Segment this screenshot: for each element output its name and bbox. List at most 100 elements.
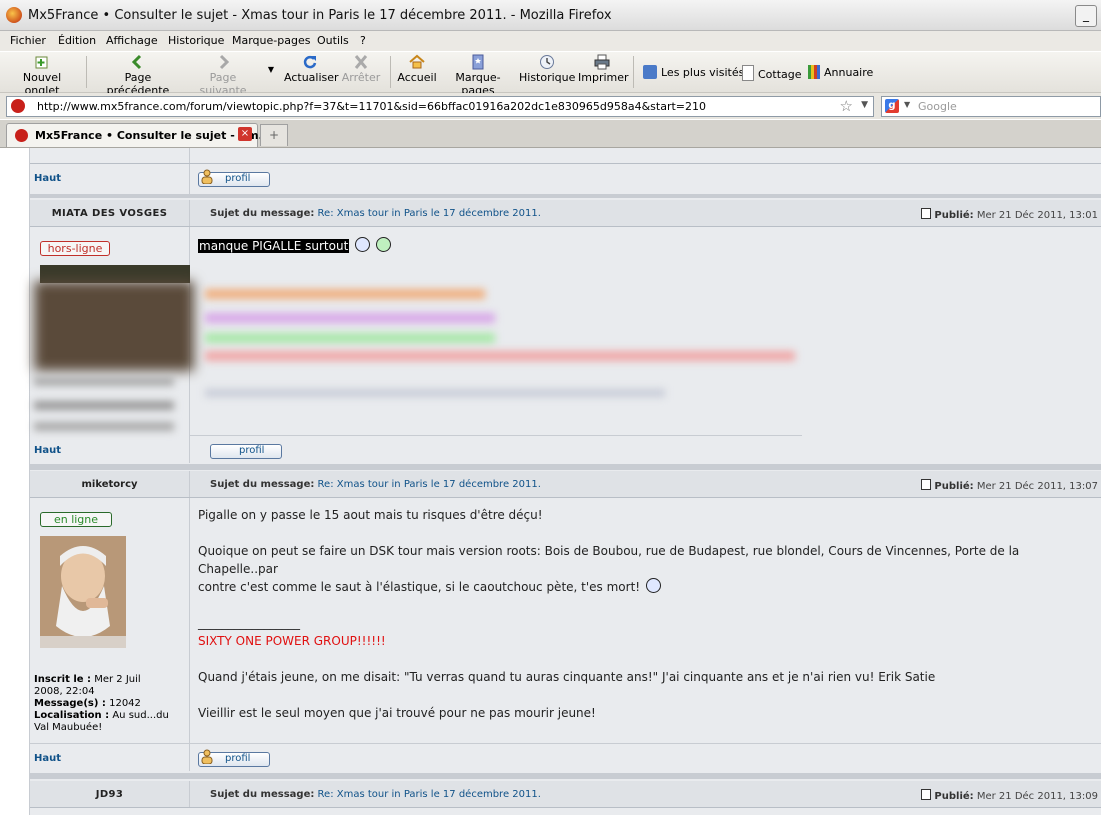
divider xyxy=(30,163,1101,164)
profil-button[interactable]: profil xyxy=(198,169,270,187)
post-separator xyxy=(30,773,1101,779)
minimize-button[interactable]: _ xyxy=(1075,5,1097,27)
url-field[interactable]: http://www.mx5france.com/forum/viewtopic… xyxy=(6,96,874,117)
bookmarks-icon xyxy=(472,54,484,70)
localisation-label: Localisation : xyxy=(34,710,110,721)
menu-bar: Fichier Édition Affichage Historique Mar… xyxy=(0,31,1101,51)
search-engine-dropdown-icon[interactable]: ▼ xyxy=(904,100,910,109)
footer-left-cell xyxy=(30,148,190,194)
post-author[interactable]: MIATA DES VOSGES xyxy=(30,208,189,219)
profil-button[interactable]: profil xyxy=(198,749,270,767)
haut-link[interactable]: Haut xyxy=(34,173,61,184)
home-label: Accueil xyxy=(397,71,437,84)
messages-value: 12042 xyxy=(109,698,141,709)
post-author[interactable]: JD93 xyxy=(30,789,189,800)
tab-favicon-icon xyxy=(15,129,28,142)
printer-icon xyxy=(594,54,610,70)
bookmark-most-visited[interactable]: Les plus visités xyxy=(643,65,744,79)
avatar xyxy=(40,536,126,648)
subject-link[interactable]: Re: Xmas tour in Paris le 17 décembre 20… xyxy=(318,789,541,800)
signature-separator: _________________ xyxy=(198,616,300,630)
url-dropdown-icon[interactable]: ▼ xyxy=(861,100,868,110)
reload-button[interactable]: Actualiser xyxy=(284,54,339,84)
post-footer: Haut profil xyxy=(30,148,1101,194)
print-button[interactable]: Imprimer xyxy=(578,54,629,84)
clock-icon xyxy=(540,55,554,69)
menu-historique[interactable]: Historique xyxy=(168,34,224,47)
profil-button[interactable]: profil xyxy=(210,444,282,459)
blurred-signature xyxy=(205,289,485,299)
user-info: Inscrit le : Mer 2 Juil 2008, 22:04 Mess… xyxy=(34,674,184,734)
haut-link[interactable]: Haut xyxy=(34,753,61,764)
bookmark-annuaire[interactable]: Annuaire xyxy=(808,65,873,79)
history-dropdown-icon[interactable]: ▼ xyxy=(266,65,276,74)
tab-active[interactable]: Mx5France • Consulter le sujet - Xm... × xyxy=(6,123,271,147)
bookmark-cottage[interactable]: Cottage xyxy=(742,65,802,81)
most-visited-icon xyxy=(643,65,657,79)
post-subject: Sujet du message: Re: Xmas tour in Paris… xyxy=(210,789,541,800)
navigation-toolbar: Nouvel onglet Page précédente Page suiva… xyxy=(0,52,1101,97)
bookmark-label: Les plus visités xyxy=(661,66,745,79)
post-separator xyxy=(30,194,1101,198)
home-icon xyxy=(409,54,425,69)
message-line: Quoique on peut se faire un DSK tour mai… xyxy=(198,544,1020,576)
post-icon[interactable] xyxy=(921,208,932,219)
back-button[interactable]: Page précédente xyxy=(93,54,183,97)
post-icon[interactable] xyxy=(921,789,932,800)
post-author[interactable]: miketorcy xyxy=(30,479,189,490)
post-header: JD93 Sujet du message: Re: Xmas tour in … xyxy=(30,781,1101,807)
blurred-signature xyxy=(205,313,495,323)
menu-fichier[interactable]: Fichier xyxy=(10,34,46,47)
menu-help[interactable]: ? xyxy=(360,34,366,47)
menu-marque-pages[interactable]: Marque-pages xyxy=(232,34,310,47)
blurred-user-info xyxy=(34,377,174,437)
post-separator xyxy=(30,464,1101,470)
stop-button[interactable]: Arrêter xyxy=(340,54,382,84)
window-titlebar: Mx5France • Consulter le sujet - Xmas to… xyxy=(0,0,1101,31)
stop-icon xyxy=(354,55,368,69)
blurred-signature xyxy=(205,389,665,397)
signature-title: SIXTY ONE POWER GROUP!!!!!! xyxy=(198,634,386,648)
menu-edition[interactable]: Édition xyxy=(58,34,96,47)
forward-button[interactable]: Page suivante xyxy=(186,54,260,97)
home-button[interactable]: Accueil xyxy=(397,54,437,84)
inscrit-value-line2: 2008, 22:04 xyxy=(34,686,95,697)
left-gutter xyxy=(0,148,29,815)
post-date: Mer 21 Déc 2011, 13:01 xyxy=(976,210,1098,221)
user-icon xyxy=(201,749,213,764)
menu-outils[interactable]: Outils xyxy=(317,34,349,47)
post-published: Publié: Mer 21 Déc 2011, 13:09 xyxy=(921,789,1098,802)
inscrit-value: Mer 2 Juil xyxy=(94,674,141,685)
stop-label: Arrêter xyxy=(341,71,381,84)
tab-close-icon[interactable]: × xyxy=(238,127,252,141)
bookmarks-button[interactable]: Marque-pages xyxy=(440,54,516,97)
url-toolbar: http://www.mx5france.com/forum/viewtopic… xyxy=(0,93,1101,119)
post-subject: Sujet du message: Re: Xmas tour in Paris… xyxy=(210,208,541,219)
haut-link[interactable]: Haut xyxy=(34,445,61,456)
window-title: Mx5France • Consulter le sujet - Xmas to… xyxy=(28,8,612,23)
reload-label: Actualiser xyxy=(284,71,339,84)
bookmark-star-icon[interactable]: ☆ xyxy=(840,97,853,115)
new-tab-button[interactable]: Nouvel onglet xyxy=(6,54,78,97)
new-tab-plus-button[interactable]: + xyxy=(260,124,288,146)
blurred-avatar xyxy=(34,281,194,371)
published-label: Publié: xyxy=(934,481,974,492)
user-info-messages: Message(s) : 12042 xyxy=(34,698,184,710)
google-icon[interactable]: g xyxy=(885,99,899,113)
post-icon[interactable] xyxy=(921,479,932,490)
post-footer: Haut profil xyxy=(30,744,1101,771)
menu-affichage[interactable]: Affichage xyxy=(106,34,158,47)
post-date: Mer 21 Déc 2011, 13:07 xyxy=(976,481,1098,492)
inscrit-label: Inscrit le : xyxy=(34,674,92,685)
site-favicon-icon xyxy=(11,99,25,113)
subject-label: Sujet du message: xyxy=(210,479,315,490)
search-field[interactable]: g ▼ Google xyxy=(881,96,1101,117)
post-header: miketorcy Sujet du message: Re: Xmas tou… xyxy=(30,471,1101,497)
smiley-icon xyxy=(375,237,391,252)
history-button[interactable]: Historique xyxy=(519,54,575,84)
subject-link[interactable]: Re: Xmas tour in Paris le 17 décembre 20… xyxy=(318,208,541,219)
localisation-value: Au sud...du xyxy=(112,710,169,721)
subject-link[interactable]: Re: Xmas tour in Paris le 17 décembre 20… xyxy=(318,479,541,490)
